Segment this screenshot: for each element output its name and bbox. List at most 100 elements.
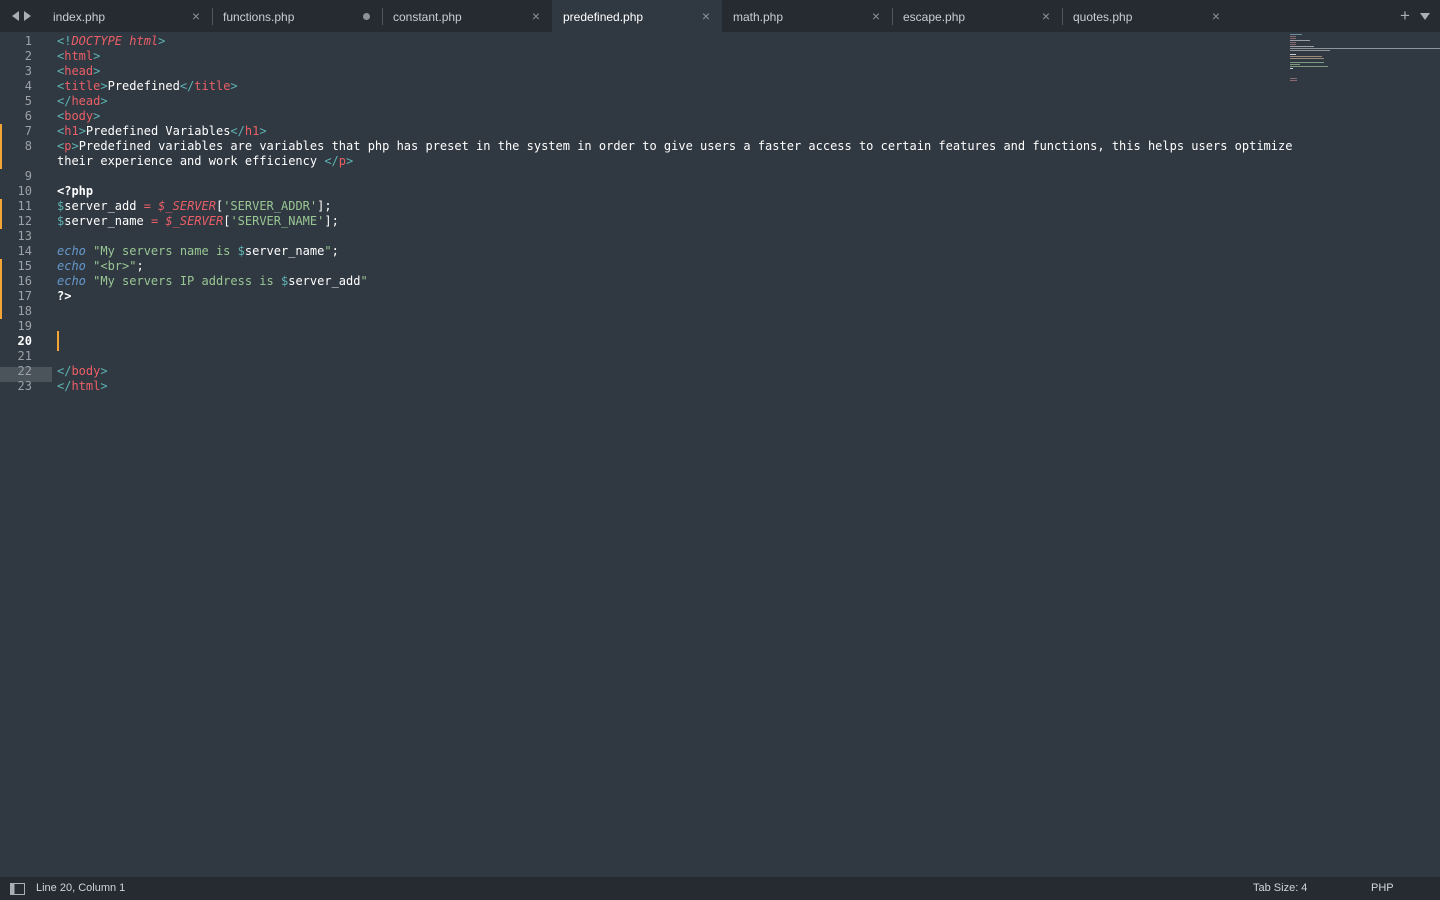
line-number: 1 — [24, 34, 32, 48]
token: $ — [237, 244, 245, 258]
token: echo — [57, 274, 86, 288]
token: head — [64, 64, 94, 78]
minimap-line — [1290, 36, 1296, 37]
token: html — [122, 34, 159, 48]
line-number: 5 — [24, 94, 32, 108]
token: Predefined variables are variables that … — [78, 139, 1293, 153]
token: > — [100, 364, 108, 378]
token: html — [64, 49, 94, 63]
minimap-line — [1290, 44, 1296, 45]
code-line: </head> — [57, 94, 108, 109]
line-number: 11 — [17, 199, 32, 213]
token: 'SERVER_ADDR' — [223, 199, 318, 213]
code-line: </html> — [57, 379, 108, 394]
minimap-line — [1290, 42, 1296, 43]
token: $_SERVER — [165, 214, 224, 228]
tab-separator — [892, 8, 893, 25]
tab-label: escape.php — [903, 10, 966, 24]
tab-math-php[interactable]: math.php × — [722, 0, 892, 32]
token: > — [346, 154, 354, 168]
line-number: 16 — [17, 274, 32, 288]
token: "<br>" — [85, 259, 137, 273]
token: their experience and work efficiency — [57, 154, 325, 168]
line-number: 6 — [24, 109, 32, 123]
token: " — [360, 274, 368, 288]
tab-functions-php[interactable]: functions.php — [212, 0, 382, 32]
token: > — [100, 79, 108, 93]
tab-label: functions.php — [223, 10, 295, 24]
close-icon[interactable]: × — [529, 8, 543, 24]
line-number: 15 — [17, 259, 32, 273]
close-icon[interactable]: × — [189, 8, 203, 24]
chevron-right-icon[interactable] — [22, 9, 34, 23]
tab-bar: index.php × functions.php constant.php ×… — [0, 0, 1440, 32]
tab-separator — [212, 8, 213, 25]
code-line: $server_add = $_SERVER['SERVER_ADDR']; — [57, 199, 332, 214]
unsaved-dot-icon[interactable] — [363, 13, 370, 20]
minimap-line — [1290, 56, 1322, 57]
line-number: 23 — [17, 379, 32, 393]
token: ; — [136, 259, 144, 273]
tab-quotes-php[interactable]: quotes.php × — [1062, 0, 1232, 32]
token: </ — [57, 379, 72, 393]
code-line: $server_name = $_SERVER['SERVER_NAME']; — [57, 214, 339, 229]
close-icon[interactable]: × — [1039, 8, 1053, 24]
token: </ — [230, 124, 245, 138]
tab-index-php[interactable]: index.php × — [42, 0, 212, 32]
token: h1 — [244, 124, 260, 138]
line-number: 14 — [17, 244, 32, 258]
line-number: 19 — [17, 319, 32, 333]
code-line: <body> — [57, 109, 100, 124]
minimap-line — [1290, 38, 1296, 39]
minimap-line — [1290, 34, 1302, 35]
token: " — [324, 244, 332, 258]
line-number: 21 — [17, 349, 32, 363]
token: server_name — [244, 244, 325, 258]
code-line: echo "My servers IP address is $server_a… — [57, 274, 368, 289]
token: Predefined Variables — [85, 124, 231, 138]
line-number: 9 — [24, 169, 32, 183]
line-number: 8 — [24, 139, 32, 153]
cursor-position[interactable]: Line 20, Column 1 — [36, 882, 125, 894]
line-number: 22 — [17, 364, 32, 378]
token: > — [93, 49, 101, 63]
token: echo — [57, 259, 86, 273]
close-icon[interactable]: × — [869, 8, 883, 24]
minimap[interactable] — [1288, 32, 1440, 92]
token: head — [71, 94, 101, 108]
sidebar-toggle-icon[interactable] — [10, 883, 25, 895]
syntax-indicator[interactable]: PHP — [1371, 882, 1394, 894]
chevron-down-icon[interactable] — [1418, 9, 1432, 23]
tab-predefined-php[interactable]: predefined.php × — [552, 0, 722, 32]
tab-label: index.php — [53, 10, 106, 24]
close-icon[interactable]: × — [1209, 8, 1223, 24]
status-bar: Line 20, Column 1 Tab Size: 4 PHP — [0, 877, 1440, 900]
tab-escape-php[interactable]: escape.php × — [892, 0, 1062, 32]
line-number: 13 — [17, 229, 32, 243]
token: </ — [57, 94, 72, 108]
code-line: <?php — [57, 184, 93, 199]
token: html — [71, 379, 101, 393]
token: server_add — [288, 274, 361, 288]
line-number: 17 — [17, 289, 32, 303]
chevron-left-icon[interactable] — [9, 9, 21, 23]
tab-constant-php[interactable]: constant.php × — [382, 0, 552, 32]
plus-icon[interactable]: + — [1397, 7, 1413, 25]
minimap-line — [1290, 62, 1324, 63]
minimap-line — [1290, 48, 1440, 49]
close-icon[interactable]: × — [699, 8, 713, 24]
line-number: 2 — [24, 49, 32, 63]
tab-label: constant.php — [393, 10, 462, 24]
tab-size-indicator[interactable]: Tab Size: 4 — [1253, 882, 1307, 894]
token: <?php — [57, 184, 94, 198]
line-number: 10 — [17, 184, 32, 198]
minimap-line — [1290, 50, 1330, 51]
token: > — [158, 34, 166, 48]
token: "My servers IP address is — [85, 274, 281, 288]
tab-label: predefined.php — [563, 10, 644, 24]
text-cursor — [57, 331, 59, 351]
minimap-line — [1290, 64, 1300, 65]
code-line: echo "My servers name is $server_name"; — [57, 244, 339, 259]
line-number: 18 — [17, 304, 32, 318]
token: ; — [331, 244, 339, 258]
